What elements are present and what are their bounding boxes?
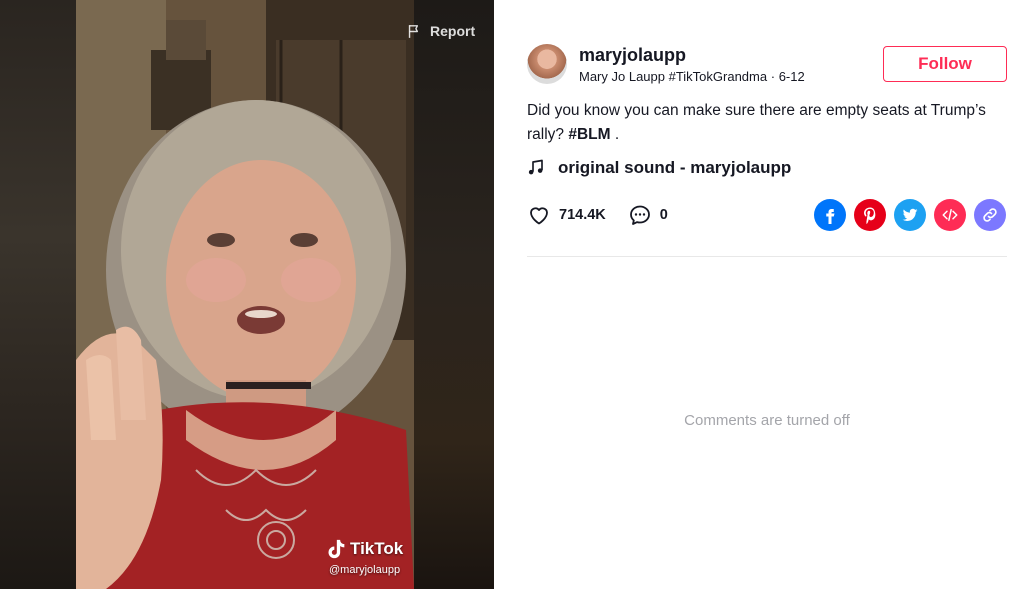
- comment-stat: 0: [628, 203, 668, 227]
- comment-bubble-icon[interactable]: [628, 203, 652, 227]
- video-caption: Did you know you can make sure there are…: [527, 99, 1007, 147]
- watermark-brand: TikTok: [350, 539, 404, 558]
- facebook-icon: [826, 209, 835, 224]
- twitter-icon: [902, 208, 918, 222]
- comments-disabled-notice: Comments are turned off: [684, 412, 850, 429]
- avatar[interactable]: [527, 44, 567, 84]
- video-blur-backdrop-right: [414, 0, 494, 589]
- share-bar: [814, 199, 1006, 231]
- author-block: maryjolaupp Mary Jo Laupp #TikTokGrandma…: [527, 44, 805, 84]
- caption-trailing: .: [610, 126, 620, 143]
- comment-count: 0: [659, 207, 668, 223]
- engagement-stats: 714.4K 0: [527, 203, 690, 227]
- embed-code-icon: [942, 209, 958, 221]
- watermark-logo: TikTok: [326, 538, 403, 560]
- music-note-icon: [528, 159, 543, 175]
- like-count: 714.4K: [559, 207, 606, 223]
- video-still: [76, 0, 414, 589]
- video-frame[interactable]: [76, 0, 414, 589]
- divider: [527, 256, 1007, 257]
- follow-button[interactable]: Follow: [883, 46, 1007, 82]
- flag-icon: [408, 24, 419, 38]
- music-title: original sound - maryjolaupp: [558, 158, 792, 177]
- share-twitter-button[interactable]: [894, 199, 926, 231]
- share-copy-link-button[interactable]: [974, 199, 1006, 231]
- report-label: Report: [430, 23, 476, 39]
- like-stat: 714.4K: [527, 203, 606, 227]
- author-names: maryjolaupp Mary Jo Laupp #TikTokGrandma…: [579, 45, 805, 84]
- pinterest-icon: [864, 207, 876, 224]
- share-facebook-button[interactable]: [814, 199, 846, 231]
- heart-icon[interactable]: [527, 203, 551, 227]
- video-info-panel: maryjolaupp Mary Jo Laupp #TikTokGrandma…: [494, 0, 1036, 593]
- hashtag-link[interactable]: #BLM: [568, 126, 610, 143]
- tiktok-watermark: TikTok @maryjolaupp: [326, 538, 403, 576]
- link-icon: [983, 208, 997, 222]
- report-button[interactable]: Report: [406, 20, 475, 42]
- video-player[interactable]: Report TikTok @maryjolaupp: [0, 0, 494, 589]
- video-blur-backdrop-left: [0, 0, 76, 589]
- music-link[interactable]: original sound - maryjolaupp: [527, 158, 791, 178]
- author-username[interactable]: maryjolaupp: [579, 45, 805, 65]
- post-date: 6-12: [778, 68, 805, 84]
- share-embed-button[interactable]: [934, 199, 966, 231]
- watermark-handle: @maryjolaupp: [329, 564, 401, 576]
- tiktok-note-icon: [328, 539, 345, 559]
- author-separator: ·: [770, 68, 776, 84]
- author-display-name: Mary Jo Laupp #TikTokGrandma: [579, 68, 768, 84]
- share-pinterest-button[interactable]: [854, 199, 886, 231]
- author-subline: Mary Jo Laupp #TikTokGrandma · 6-12: [579, 69, 805, 84]
